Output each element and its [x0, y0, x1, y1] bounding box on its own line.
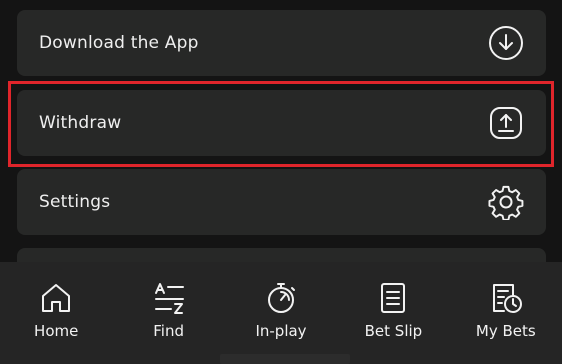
- nav-label: In-play: [255, 322, 307, 340]
- document-icon: [375, 280, 411, 316]
- nav-item-in-play[interactable]: In-play: [225, 262, 337, 364]
- bottom-navigation: Home Find In-play Bet Slip My Bets: [0, 262, 562, 364]
- menu-item-label: Settings: [39, 192, 111, 212]
- nav-label: Home: [34, 322, 79, 340]
- nav-label: My Bets: [475, 322, 536, 340]
- footer-fade: [220, 354, 350, 364]
- menu-item-label: Download the App: [39, 33, 199, 53]
- nav-label: Find: [153, 322, 184, 340]
- nav-item-bet-slip[interactable]: Bet Slip: [337, 262, 449, 364]
- receipt-clock-icon: [488, 280, 524, 316]
- nav-label: Bet Slip: [364, 322, 423, 340]
- menu-item-settings[interactable]: Settings: [17, 169, 546, 235]
- menu-item-withdraw[interactable]: Withdraw: [17, 90, 546, 156]
- nav-item-my-bets[interactable]: My Bets: [450, 262, 562, 364]
- menu-item-download-app[interactable]: Download the App: [17, 10, 546, 76]
- account-menu-screen: Download the App Withdraw Settings Home …: [0, 0, 562, 364]
- gear-icon: [488, 184, 524, 220]
- home-icon: [38, 280, 74, 316]
- download-circle-icon: [488, 25, 524, 61]
- menu-item-label: Withdraw: [39, 113, 122, 133]
- a-to-z-icon: [151, 280, 187, 316]
- upload-tray-icon: [488, 105, 524, 141]
- stopwatch-icon: [263, 280, 299, 316]
- nav-item-home[interactable]: Home: [0, 262, 112, 364]
- nav-item-find[interactable]: Find: [112, 262, 224, 364]
